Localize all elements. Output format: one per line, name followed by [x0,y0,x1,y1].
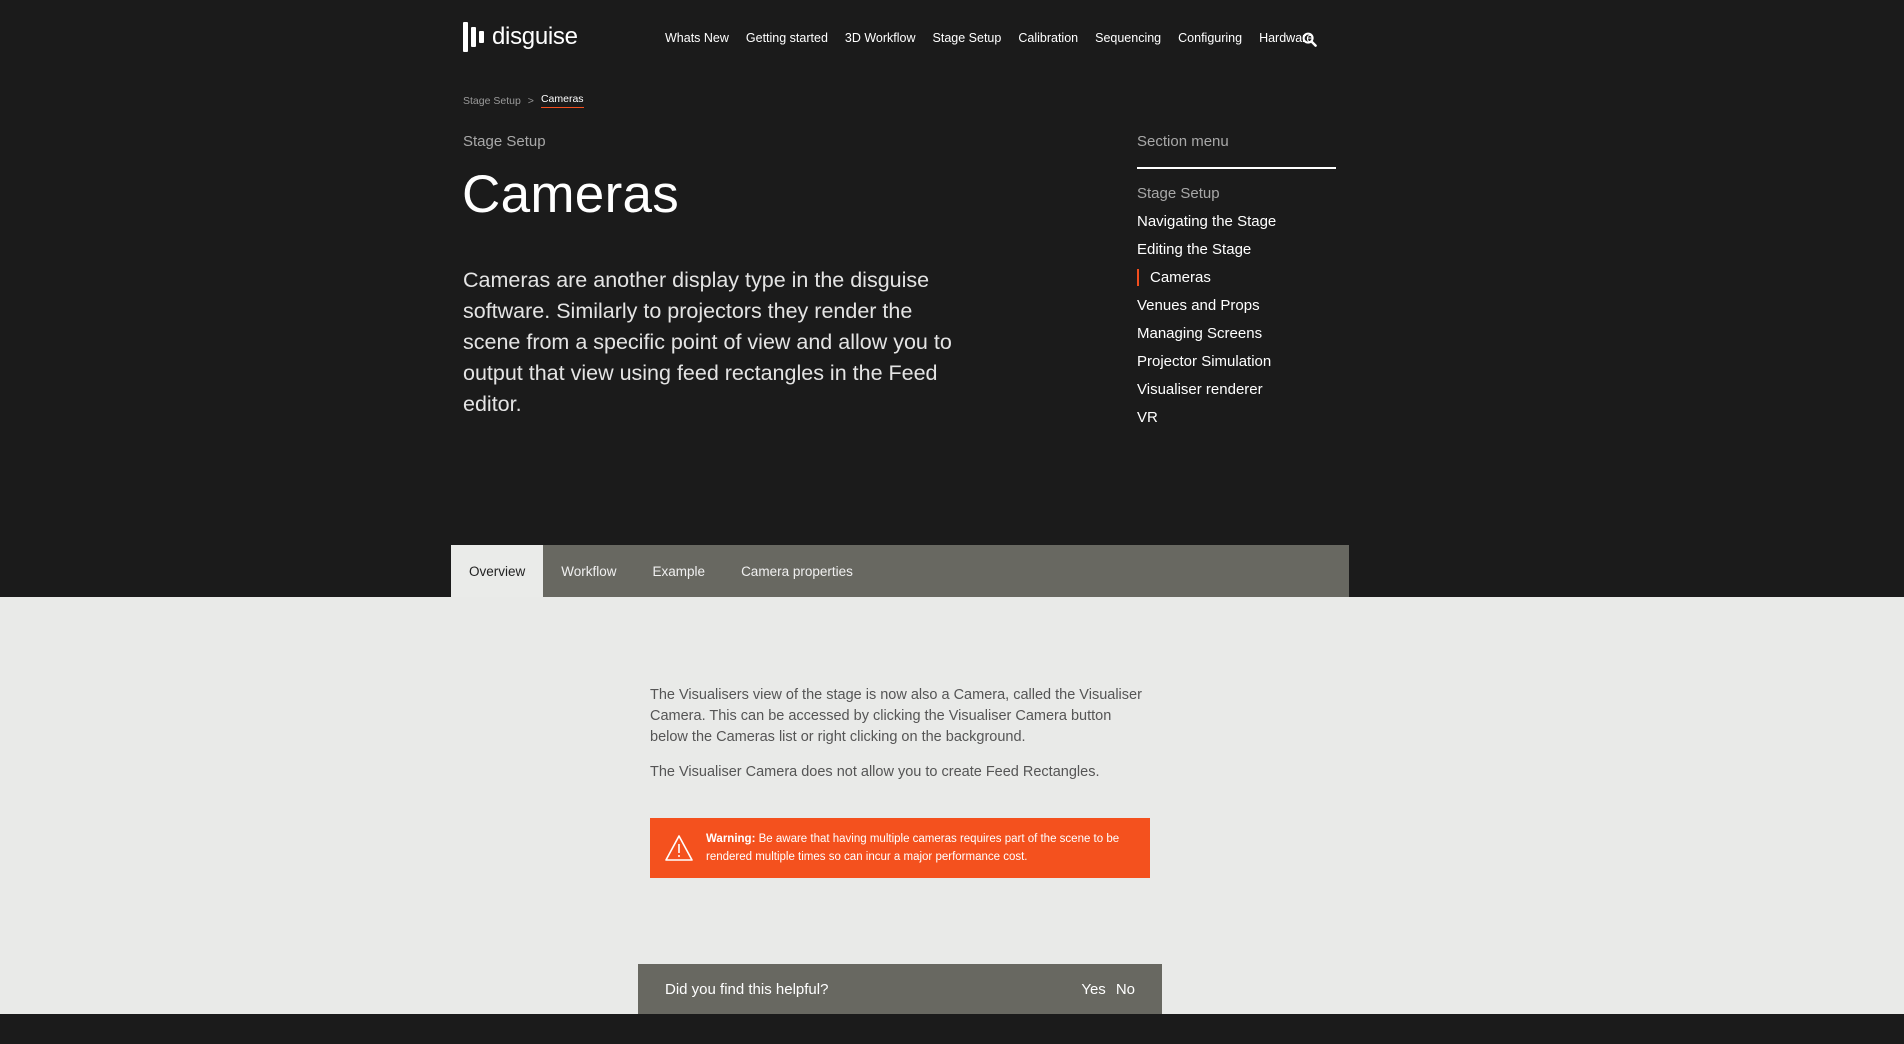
disguise-logo[interactable]: disguise [463,22,578,52]
logo-mark-icon [463,22,484,52]
nav-configuring[interactable]: Configuring [1178,31,1242,45]
overview-paragraph: The Visualiser Camera does not allow you… [650,764,1100,780]
nav-getting-started[interactable]: Getting started [746,31,828,45]
nav-3d-workflow[interactable]: 3D Workflow [845,31,916,45]
tab-workflow[interactable]: Workflow [543,545,634,597]
feedback-no-button[interactable]: No [1116,981,1135,998]
site-header: disguise Whats New Getting started 3D Wo… [0,0,1904,80]
breadcrumb-separator: > [527,94,534,107]
page-eyebrow: Stage Setup [463,133,546,150]
feedback-bar: Did you find this helpful? Yes No [638,964,1162,1014]
section-menu-item-visualiser-renderer[interactable]: Visualiser renderer [1137,381,1336,398]
tab-camera-properties[interactable]: Camera properties [723,545,871,597]
section-menu-title: Section menu [1137,133,1336,169]
section-menu-list: Stage Setup Navigating the Stage Editing… [1137,185,1336,426]
warning-text: Warning: Be aware that having multiple c… [706,830,1150,866]
page-title: Cameras [462,165,680,224]
site-footer [0,1014,1904,1044]
section-menu-item-vr[interactable]: VR [1137,409,1336,426]
main-nav: Whats New Getting started 3D Workflow St… [665,31,1330,45]
feedback-yes-button[interactable]: Yes [1081,981,1105,998]
section-menu-item-venues-and-props[interactable]: Venues and Props [1137,297,1336,314]
tab-overview[interactable]: Overview [451,545,544,597]
section-menu-item-cameras[interactable]: Cameras [1137,269,1336,286]
breadcrumb-current: Cameras [540,93,584,108]
search-icon[interactable] [1302,32,1317,47]
page-intro: Cameras are another display type in the … [463,268,952,416]
nav-stage-setup[interactable]: Stage Setup [933,31,1002,45]
section-menu-item-navigating-the-stage[interactable]: Navigating the Stage [1137,213,1336,230]
section-menu-item-projector-simulation[interactable]: Projector Simulation [1137,353,1336,370]
tab-example[interactable]: Example [635,545,724,597]
feedback-question: Did you find this helpful? [665,980,829,998]
overview-paragraph: The Visualisers view of the stage is now… [650,687,1142,745]
breadcrumb: Stage Setup > Cameras [463,93,584,108]
section-menu-heading[interactable]: Stage Setup [1137,185,1336,202]
warning-triangle-icon [665,835,693,861]
section-menu-item-managing-screens[interactable]: Managing Screens [1137,325,1336,342]
section-menu: Section menu Stage Setup Navigating the … [1137,133,1336,437]
content-area: The Visualisers view of the stage is now… [0,597,1904,1014]
nav-sequencing[interactable]: Sequencing [1095,31,1161,45]
content-tabs: Overview Workflow Example Camera propert… [451,545,1349,597]
nav-calibration[interactable]: Calibration [1018,31,1078,45]
logo-text: disguise [492,23,578,50]
overview-body: The Visualisers view of the stage is now… [650,685,1150,797]
warning-callout: Warning: Be aware that having multiple c… [650,818,1150,878]
feedback-actions: Yes No [1081,981,1135,998]
warning-message: Be aware that having multiple cameras re… [706,833,1120,863]
section-menu-item-editing-the-stage[interactable]: Editing the Stage [1137,241,1336,258]
nav-whats-new[interactable]: Whats New [665,31,729,45]
warning-label: Warning: [706,833,756,845]
breadcrumb-parent-link[interactable]: Stage Setup [463,95,521,107]
